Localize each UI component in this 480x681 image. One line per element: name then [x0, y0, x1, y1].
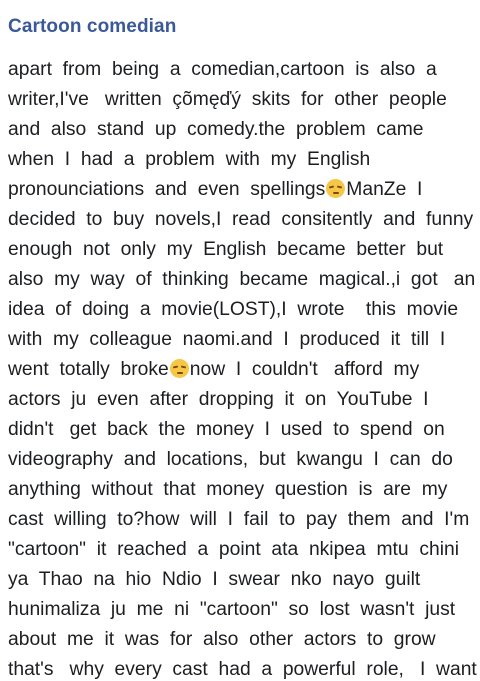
body-line: also my way of thinking became magical.,…	[8, 269, 480, 290]
post-body: apart from being a comedian,cartoon is a…	[8, 55, 478, 681]
body-line: ya Thao na hio Ndio I swear nko nayo gui…	[8, 569, 421, 590]
body-line: with my colleague naomi.and I produced i…	[8, 329, 446, 350]
body-text-segment: pronounciations and even spellings	[8, 179, 326, 200]
body-text-segment: went totally broke	[8, 359, 169, 380]
body-line: pronounciations and even spellings ManZe …	[8, 175, 478, 205]
body-line: about me it was for also other actors to…	[8, 629, 436, 650]
body-line: anything without that money question is …	[8, 479, 448, 500]
body-line: went totally broke now I couldn't afford …	[8, 355, 478, 385]
body-line: didn't get back the money I used to spen…	[8, 419, 445, 440]
body-line: hunimaliza ju me ni "cartoon" so lost wa…	[8, 599, 456, 620]
body-line: that's why every cast had a powerful rol…	[8, 659, 477, 680]
body-line: writer,I've written çõmęďý skits for oth…	[8, 89, 447, 110]
body-line: apart from being a comedian,cartoon is a…	[8, 59, 437, 80]
body-text-segment: ManZe I	[346, 179, 423, 200]
body-line: enough not only my English became better…	[8, 239, 444, 260]
pensive-face-icon	[169, 359, 189, 378]
body-line: cast willing to?how will I fail to pay t…	[8, 509, 470, 530]
body-line: idea of doing a movie(LOST),I wrote this…	[8, 299, 459, 320]
body-line: videography and locations, but kwangu I …	[8, 449, 453, 470]
body-line: "cartoon" it reached a point ata nkipea …	[8, 539, 459, 560]
post: Cartoon comedian apart from being a come…	[0, 0, 480, 681]
body-line: decided to buy novels,I read consitently…	[8, 209, 474, 230]
body-line: and also stand up comedy.the problem cam…	[8, 119, 424, 140]
body-text-segment: now I couldn't afford my	[189, 359, 420, 380]
post-title: Cartoon comedian	[8, 16, 177, 37]
body-line: actors ju even after dropping it on YouT…	[8, 389, 429, 410]
unamused-face-icon	[326, 179, 346, 198]
body-line: when I had a problem with my English	[8, 149, 371, 170]
